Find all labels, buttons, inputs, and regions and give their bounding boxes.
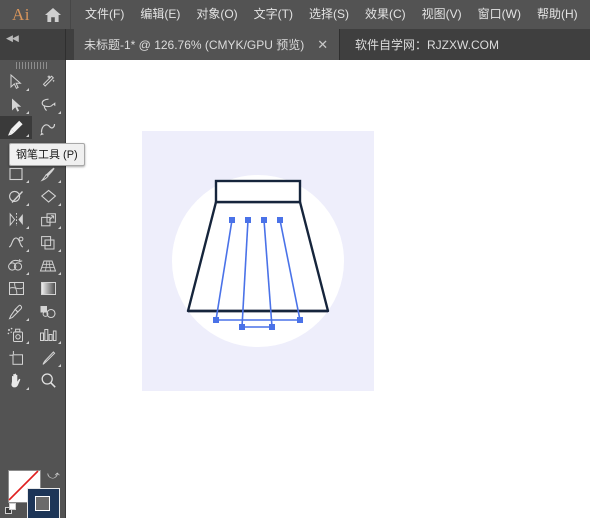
- document-tab-active[interactable]: 未标题-1* @ 126.76% (CMYK/GPU 预览) ✕: [74, 29, 341, 60]
- flyout-indicator-icon: [26, 88, 29, 91]
- pen-tool[interactable]: [0, 116, 32, 139]
- menu-item-effect[interactable]: 效果(C): [357, 0, 414, 29]
- tool-row: [0, 231, 65, 254]
- document-tab-title: 未标题-1* @ 126.76% (CMYK/GPU 预览): [84, 38, 305, 52]
- menu-item-file[interactable]: 文件(F): [77, 0, 132, 29]
- tool-row: [0, 277, 65, 300]
- tool-row: [0, 323, 65, 346]
- skirt-waistband-path[interactable]: [214, 179, 302, 204]
- eyedropper-tool[interactable]: [0, 300, 32, 323]
- toolbar-dock-header: ◀◀: [0, 29, 66, 60]
- gradient-tool[interactable]: [32, 277, 64, 300]
- menu-item-type[interactable]: 文字(T): [246, 0, 301, 29]
- document-tab-inactive-title: 软件自学网：RJZXW.COM: [355, 38, 499, 52]
- hand-tool[interactable]: [0, 369, 32, 392]
- lasso-tool[interactable]: [32, 93, 64, 116]
- stroke-swatch[interactable]: [27, 488, 60, 518]
- curvature-tool[interactable]: [32, 116, 64, 139]
- magic-wand-tool[interactable]: [32, 70, 64, 93]
- pleated-skirt-illustration[interactable]: [142, 131, 374, 391]
- tool-row: [0, 93, 65, 116]
- direct-selection-tool[interactable]: [0, 93, 32, 116]
- tools-grid: [0, 70, 65, 392]
- tool-row: [0, 116, 65, 139]
- scale-tool[interactable]: [32, 208, 64, 231]
- flyout-indicator-icon: [58, 272, 61, 275]
- tools-panel: ⤻: [0, 60, 66, 518]
- flyout-indicator-icon: [58, 203, 61, 206]
- menu-item-view[interactable]: 视图(V): [414, 0, 470, 29]
- column-graph-tool[interactable]: [32, 323, 64, 346]
- document-tab-inactive[interactable]: 软件自学网：RJZXW.COM: [345, 29, 509, 60]
- collapse-panel-icon[interactable]: ◀◀: [6, 33, 19, 44]
- close-icon[interactable]: ✕: [314, 38, 331, 51]
- tool-tooltip: 钢笔工具 (P): [9, 143, 85, 166]
- artboard[interactable]: [142, 131, 374, 391]
- tool-row: [0, 254, 65, 277]
- flyout-indicator-icon: [26, 341, 29, 344]
- flyout-indicator-icon: [58, 111, 61, 114]
- mesh-tool[interactable]: [0, 277, 32, 300]
- menu-item-help[interactable]: 帮助(H): [529, 0, 586, 29]
- tool-row: [0, 70, 65, 93]
- tool-row: [0, 185, 65, 208]
- shape-builder-tool[interactable]: [0, 254, 32, 277]
- rotate-tool[interactable]: [0, 208, 32, 231]
- toolbar-drag-handle[interactable]: [16, 62, 49, 69]
- shaper-tool[interactable]: [0, 185, 32, 208]
- perspective-grid-tool[interactable]: [32, 254, 64, 277]
- tool-row: [0, 346, 65, 369]
- flyout-indicator-icon: [26, 249, 29, 252]
- app-logo: Ai: [12, 4, 30, 24]
- default-fill-stroke-icon[interactable]: [5, 503, 19, 518]
- tool-row: [0, 369, 65, 392]
- width-tool[interactable]: [0, 231, 32, 254]
- selection-tool[interactable]: [0, 70, 32, 93]
- flyout-indicator-icon: [26, 180, 29, 183]
- eraser-tool[interactable]: [32, 185, 64, 208]
- illustrator-window: Ai 文件(F) 编辑(E) 对象(O) 文字(T) 选择(S) 效果(C) 视…: [0, 0, 590, 518]
- menu-divider: [70, 0, 71, 29]
- flyout-indicator-icon: [58, 341, 61, 344]
- canvas-area[interactable]: [66, 60, 590, 518]
- flyout-indicator-icon: [26, 226, 29, 229]
- flyout-indicator-icon: [58, 180, 61, 183]
- flyout-indicator-icon: [58, 249, 61, 252]
- slice-tool[interactable]: [32, 346, 64, 369]
- free-transform-tool[interactable]: [32, 231, 64, 254]
- symbol-sprayer-tool[interactable]: [0, 323, 32, 346]
- menu-item-window[interactable]: 窗口(W): [470, 0, 529, 29]
- document-tab-bar: 未标题-1* @ 126.76% (CMYK/GPU 预览) ✕ 软件自学网：R…: [0, 29, 590, 60]
- flyout-indicator-icon: [26, 111, 29, 114]
- menu-item-edit[interactable]: 编辑(E): [132, 0, 188, 29]
- menu-item-object[interactable]: 对象(O): [188, 0, 245, 29]
- flyout-indicator-icon: [26, 134, 29, 137]
- flyout-indicator-icon: [26, 387, 29, 390]
- artboard-tool[interactable]: [0, 346, 32, 369]
- home-icon[interactable]: [36, 7, 70, 23]
- swap-fill-stroke-icon[interactable]: ⤻: [47, 468, 60, 483]
- tool-row: [0, 208, 65, 231]
- menu-item-select[interactable]: 选择(S): [301, 0, 357, 29]
- flyout-indicator-icon: [26, 318, 29, 321]
- blend-tool[interactable]: [32, 300, 64, 323]
- menu-bar: Ai 文件(F) 编辑(E) 对象(O) 文字(T) 选择(S) 效果(C) 视…: [0, 0, 590, 30]
- tool-row: [0, 300, 65, 323]
- flyout-indicator-icon: [58, 364, 61, 367]
- stroke-swatch-inner: [35, 496, 50, 511]
- flyout-indicator-icon: [58, 226, 61, 229]
- flyout-indicator-icon: [26, 203, 29, 206]
- flyout-indicator-icon: [26, 272, 29, 275]
- zoom-tool[interactable]: [32, 369, 64, 392]
- color-controls: ⤻: [0, 465, 65, 518]
